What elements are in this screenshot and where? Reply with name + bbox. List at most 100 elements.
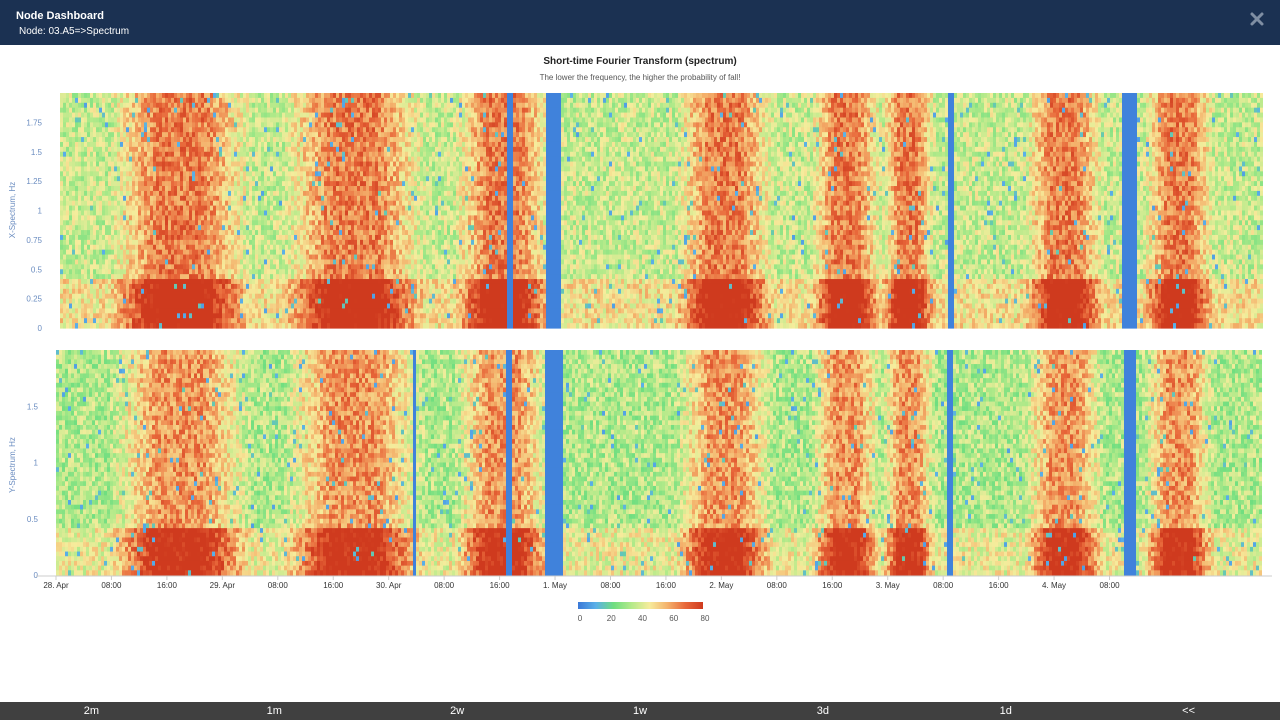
heatmap-cell (201, 112, 204, 119)
heatmap-cell (198, 283, 201, 290)
heatmap-cell (177, 234, 180, 241)
heatmap-cell (78, 97, 81, 104)
heatmap-cell (60, 141, 63, 148)
heatmap-cell (318, 137, 321, 143)
heatmap-cell (138, 200, 141, 207)
heatmap-cell (222, 205, 225, 212)
heatmap-cell (210, 112, 213, 119)
heatmap-cell (72, 171, 75, 177)
heatmap-cell (255, 210, 258, 216)
heatmap-cell (363, 200, 366, 207)
heatmap-cell (291, 137, 294, 143)
heatmap-cell (249, 298, 252, 305)
heatmap-cell (276, 137, 279, 143)
heatmap-cell (285, 102, 288, 109)
heatmap-cell (219, 205, 222, 212)
heatmap-cell (129, 132, 132, 138)
heatmap-cell (216, 220, 219, 226)
heatmap-cell (150, 171, 153, 177)
heatmap-cell (93, 230, 96, 236)
heatmap-cell (210, 234, 213, 241)
heatmap-cell (168, 303, 171, 310)
heatmap-cell (117, 269, 120, 275)
heatmap-cell (180, 171, 183, 177)
heatmap-cell (351, 200, 354, 207)
heatmap-cell (198, 141, 201, 148)
heatmap-cell (84, 318, 87, 324)
heatmap-cell (276, 166, 279, 172)
heatmap-cell (321, 117, 324, 123)
heatmap-cell (243, 122, 246, 128)
heatmap-cell (75, 176, 78, 182)
heatmap-cell (219, 288, 222, 295)
heatmap-cell (87, 254, 90, 261)
heatmap-cell (114, 313, 117, 319)
heatmap-cell (285, 112, 288, 119)
heatmap-cell (78, 195, 81, 202)
heatmap-cell (234, 146, 237, 153)
heatmap-cell (354, 264, 357, 270)
heatmap-cell (129, 200, 132, 207)
heatmap-cell (222, 274, 225, 280)
heatmap-cell (159, 279, 162, 285)
heatmap-cell (351, 279, 354, 285)
heatmap-cell (144, 269, 147, 275)
heatmap-cell (69, 215, 72, 221)
heatmap-cell (363, 230, 366, 236)
heatmap-cell (351, 318, 354, 324)
heatmap-cell (210, 122, 213, 128)
heatmap-cell (282, 181, 285, 187)
heatmap-cell (222, 249, 225, 256)
heatmap-cell (120, 195, 123, 202)
heatmap-cell (228, 264, 231, 270)
heatmap-cell (234, 97, 237, 104)
heatmap-cell (360, 132, 363, 138)
heatmap-cell (105, 171, 108, 177)
heatmap-cell (255, 200, 258, 207)
heatmap-cell (369, 234, 372, 241)
heatmap-cell (306, 156, 309, 163)
heatmap-cell (237, 210, 240, 216)
heatmap-cell (72, 156, 75, 163)
heatmap-cell (105, 127, 108, 133)
heatmap-cell (342, 112, 345, 119)
heatmap-cell (228, 117, 231, 123)
heatmap-cell (285, 205, 288, 212)
heatmap-cell (294, 200, 297, 207)
heatmap-cell (366, 141, 369, 148)
heatmap-cell (141, 303, 144, 310)
heatmap-cell (318, 195, 321, 202)
heatmap-cell (342, 283, 345, 290)
heatmap-cell (174, 220, 177, 226)
heatmap-cell (165, 166, 168, 172)
heatmap-cell (96, 112, 99, 119)
heatmap-cell (180, 269, 183, 275)
heatmap-cell (141, 288, 144, 295)
heatmap-cell (237, 146, 240, 153)
heatmap-cell (213, 308, 216, 314)
heatmap-cell (315, 141, 318, 148)
heatmap-cell (168, 234, 171, 241)
heatmap-cell (138, 269, 141, 275)
heatmap-cell (186, 127, 189, 133)
heatmap-cell (300, 166, 303, 172)
heatmap-cell (258, 137, 261, 143)
heatmap-cell (207, 127, 210, 133)
heatmap-cell (303, 181, 306, 187)
heatmap-cell (111, 205, 114, 212)
heatmap-cell (159, 249, 162, 256)
heatmap-cell (369, 269, 372, 275)
heatmap-cell (180, 239, 183, 246)
heatmap-cell (246, 166, 249, 172)
heatmap-cell (252, 181, 255, 187)
heatmap-cell (312, 137, 315, 143)
heatmap-cell (357, 283, 360, 290)
heatmap-cell (204, 283, 207, 290)
heatmap-cell (246, 215, 249, 221)
heatmap-cell (318, 318, 321, 324)
heatmap-cell (102, 264, 105, 270)
heatmap-cell (357, 107, 360, 114)
heatmap-cell (276, 215, 279, 221)
heatmap-cell (81, 141, 84, 148)
heatmap-cell (207, 279, 210, 285)
